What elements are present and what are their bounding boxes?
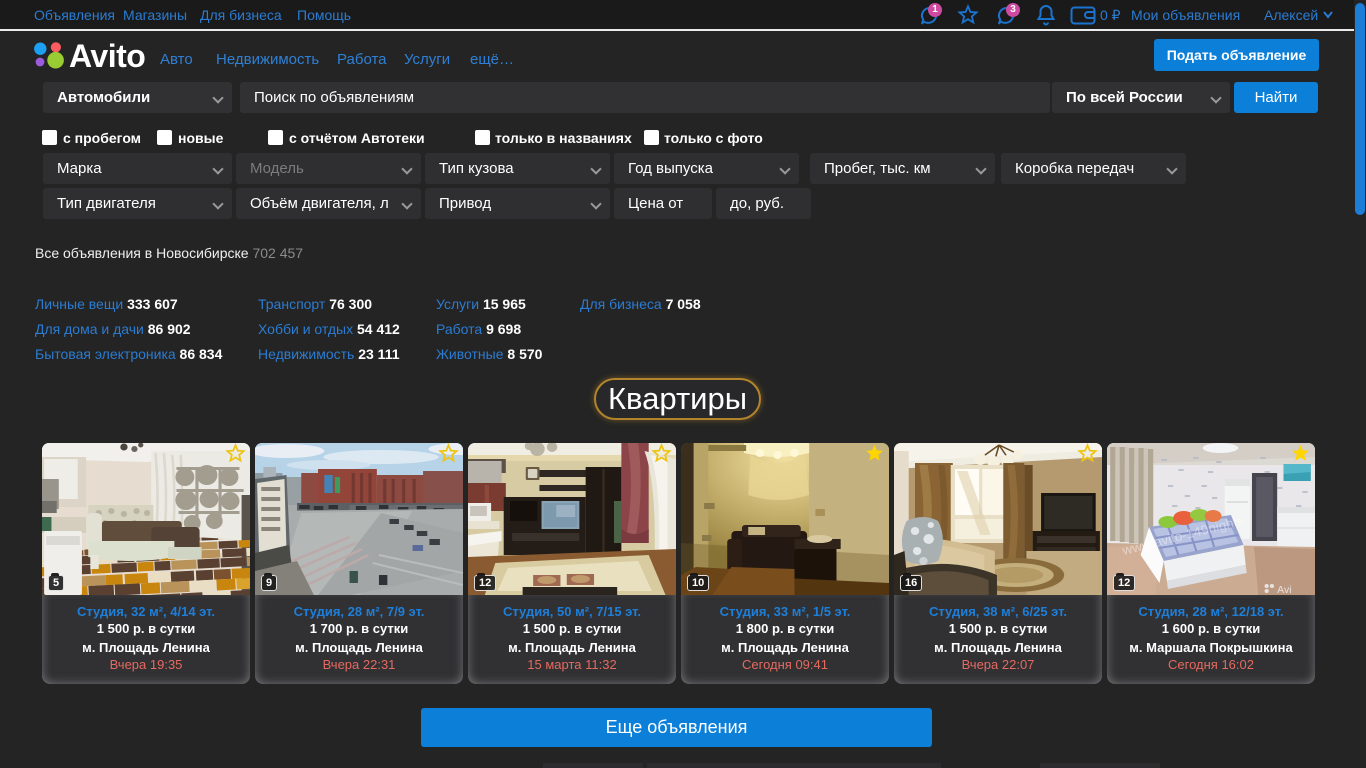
svg-text:Avi: Avi xyxy=(1277,585,1291,595)
